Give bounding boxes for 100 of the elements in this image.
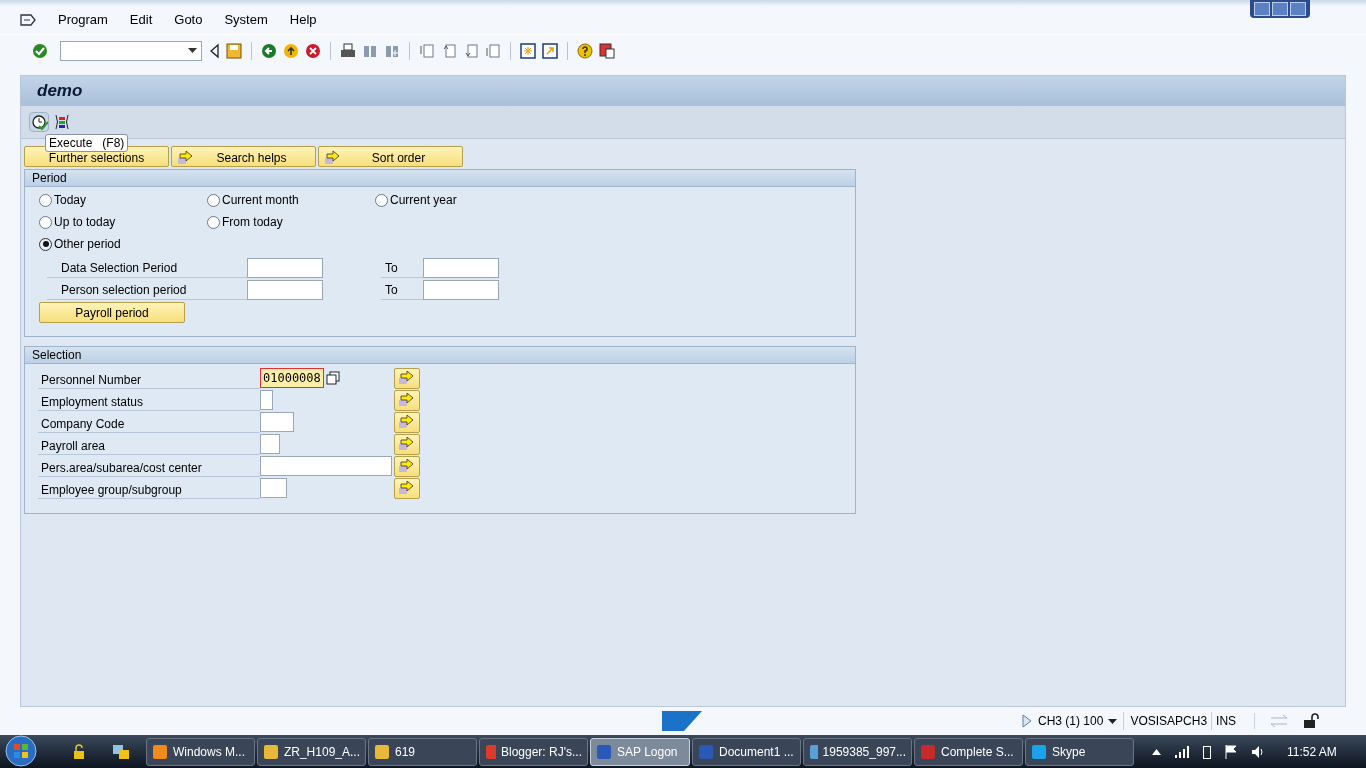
new-window-icon[interactable] [520,42,536,59]
taskbar-button[interactable]: Windows M... [146,737,255,766]
lock-icon[interactable] [1303,713,1320,729]
multiple-selection-button[interactable] [394,389,420,411]
execute-icon[interactable] [29,112,49,132]
radio-button[interactable] [375,193,388,207]
volume-icon[interactable] [1251,744,1265,759]
menu-item[interactable]: Edit [129,10,153,30]
tab-button[interactable]: Search helps [171,146,316,167]
input-field[interactable] [260,434,280,454]
flag-icon[interactable] [1225,744,1237,759]
app-icon [263,743,279,760]
taskbar-button[interactable]: ZR_H109_A... [257,737,366,766]
battery-icon[interactable] [1203,744,1211,759]
radio-button[interactable] [39,193,52,207]
menu-icon[interactable] [20,13,36,27]
radio-label: Today [54,192,87,209]
arrow-icon [399,371,415,385]
layout-icon[interactable] [599,42,615,59]
app-icon [920,743,936,760]
arrow-icon [178,151,194,165]
field-label: Data Selection Period [47,258,247,278]
app-icon [1031,743,1047,760]
input-field[interactable] [260,478,287,498]
cancel-icon[interactable] [305,42,321,59]
taskbar-button[interactable]: SAP Logon [590,737,690,766]
back-arrow-icon[interactable] [208,42,220,59]
dropdown-icon[interactable] [188,48,197,53]
show-hidden-icons[interactable] [1152,748,1161,755]
taskbar-button[interactable]: Skype [1025,737,1134,766]
multiple-selection-button[interactable] [394,433,420,455]
multiple-selection-button[interactable] [394,411,420,433]
menu-item[interactable]: System [224,10,268,30]
lock-icon[interactable] [72,743,86,760]
arrow-icon [399,437,415,451]
radio-button[interactable] [39,237,52,251]
taskbar-button[interactable]: Document1 ... [692,737,801,766]
menu-item[interactable]: Goto [174,10,203,30]
transfer-icon [1271,715,1290,727]
arrow-icon [399,393,415,407]
radio-button[interactable] [39,215,52,229]
close-icon[interactable] [1290,2,1306,16]
input-field[interactable]: 01000008 [260,368,324,388]
app-icon [374,743,390,760]
app-icon [596,743,612,760]
system-info: CH3 (1) 100 [1038,713,1104,730]
multiple-selection-button[interactable] [394,367,420,389]
signal-icon[interactable] [1175,745,1189,758]
menu-item[interactable]: Help [289,10,317,30]
input-field[interactable] [247,258,323,278]
field-label: Pers.area/subarea/cost center [38,455,260,477]
multiple-selection-icon[interactable] [326,371,340,385]
input-field[interactable] [260,412,294,432]
clock: 11:52 AM [1287,743,1337,761]
minimize-icon[interactable] [1254,2,1270,16]
dropdown-icon[interactable] [1108,718,1118,724]
arrow-icon [399,459,415,473]
field-label: Company Code [38,411,260,433]
field-label: Personnel Number [38,367,260,389]
screen-title: demo [37,80,83,103]
taskbar-button[interactable]: 619 [368,737,477,766]
input-field[interactable] [423,280,499,300]
help-icon[interactable] [577,42,593,59]
app-icon [698,743,714,760]
shortcut-icon[interactable] [542,42,558,59]
menu-item[interactable]: Program [58,10,108,30]
multiple-selection-button[interactable] [394,455,420,477]
taskbar-button[interactable]: 1959385_997... [803,737,912,766]
play-icon[interactable] [1022,714,1032,728]
taskbar-button[interactable]: Blogger: RJ's... [479,737,588,766]
exit-icon[interactable] [283,42,299,59]
radio-label: Other period [54,236,121,253]
input-field[interactable] [260,456,392,476]
input-field[interactable] [423,258,499,278]
panel-title: Selection [32,347,82,364]
multiple-selection-button[interactable] [394,477,420,499]
field-label: Employment status [38,389,260,411]
first-page-icon[interactable] [419,42,435,59]
previous-page-icon[interactable] [441,42,457,59]
tab-button[interactable]: Sort order [318,146,463,167]
panel-title: Period [32,170,67,187]
radio-button[interactable] [207,193,220,207]
payroll-period-button[interactable]: Payroll period [39,302,185,323]
radio-label: Current year [390,192,457,209]
print-icon[interactable] [340,42,356,59]
input-field[interactable] [247,280,323,300]
radio-button[interactable] [207,215,220,229]
windows-icon[interactable] [112,743,130,760]
input-field[interactable] [260,390,273,410]
check-icon[interactable] [32,42,48,59]
variant-icon[interactable] [55,113,69,131]
save-icon[interactable] [226,42,242,59]
next-page-icon[interactable] [463,42,479,59]
maximize-icon[interactable] [1272,2,1288,16]
last-page-icon[interactable] [485,42,501,59]
server-name: VOSISAPCH3 [1123,712,1208,730]
command-field[interactable] [60,40,202,61]
back-icon[interactable] [261,42,277,59]
taskbar-button[interactable]: Complete S... [914,737,1023,766]
radio-label: From today [222,214,283,231]
